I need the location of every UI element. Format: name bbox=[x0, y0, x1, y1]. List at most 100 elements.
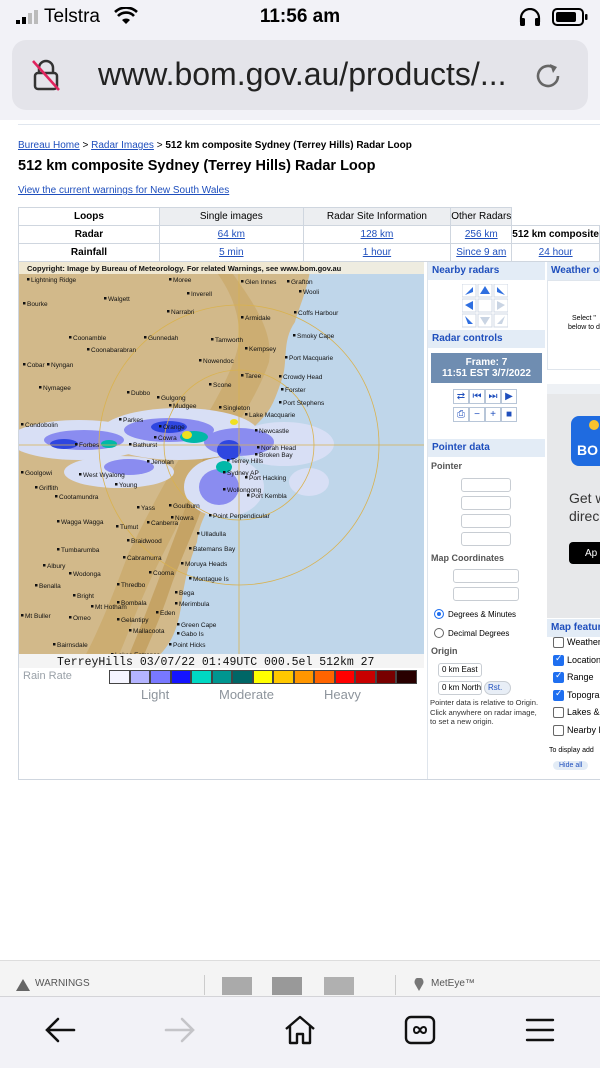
town-label: Cabramurra bbox=[127, 555, 162, 562]
town-marker bbox=[116, 525, 119, 528]
url-text[interactable]: www.bom.gov.au/products/... bbox=[98, 56, 506, 93]
zoom-in-icon[interactable]: + bbox=[485, 407, 501, 422]
nearby-radars-compass bbox=[428, 280, 545, 330]
radar-64km-link[interactable]: 64 km bbox=[218, 229, 245, 240]
town-marker bbox=[147, 460, 150, 463]
town-label: Cobar bbox=[27, 362, 46, 369]
print-icon[interactable]: ⎙ bbox=[453, 407, 469, 422]
breadcrumb-radar-images-link[interactable]: Radar Images bbox=[91, 140, 154, 151]
legend-swatch bbox=[293, 670, 314, 684]
map-feature-checkbox[interactable] bbox=[553, 637, 564, 648]
tab-other-radars[interactable]: Other Radars bbox=[450, 207, 513, 226]
map-feature-checkbox[interactable] bbox=[553, 707, 564, 718]
address-bar[interactable]: www.bom.gov.au/products/... bbox=[12, 40, 588, 110]
town-marker bbox=[149, 571, 152, 574]
town-label: Coffs Harbour bbox=[298, 310, 339, 317]
footer-thumb-icon[interactable] bbox=[222, 977, 252, 995]
map-feature-checkbox[interactable] bbox=[553, 653, 564, 666]
town-marker bbox=[223, 488, 226, 491]
home-icon[interactable] bbox=[282, 1015, 318, 1045]
town-marker bbox=[287, 280, 290, 283]
play-icon[interactable]: ▶ bbox=[501, 389, 517, 404]
legend-swatch bbox=[273, 670, 294, 684]
town-marker bbox=[187, 292, 190, 295]
origin-north-field[interactable]: 0 km North bbox=[438, 681, 482, 695]
back-arrow-icon[interactable] bbox=[42, 1015, 78, 1045]
pointer-field-3[interactable] bbox=[461, 514, 511, 528]
pointer-field-1[interactable] bbox=[461, 478, 511, 492]
origin-east-field[interactable]: 0 km East bbox=[438, 663, 482, 677]
town-marker bbox=[91, 605, 94, 608]
radar-256km-link[interactable]: 256 km bbox=[465, 229, 498, 240]
rainfall-5min-link[interactable]: 5 min bbox=[219, 247, 243, 258]
stop-icon[interactable]: ■ bbox=[501, 407, 517, 422]
town-marker bbox=[87, 348, 90, 351]
radar-timestamp-stamp: TerreyHills 03/07/22 01:49UTC 000.5el 51… bbox=[57, 656, 374, 669]
legend-swatch bbox=[232, 670, 253, 684]
pointer-field-4[interactable] bbox=[461, 532, 511, 546]
town-label: Point Hicks bbox=[173, 642, 206, 649]
decimal-degrees-radio[interactable] bbox=[434, 628, 444, 638]
footer-thumb-icon[interactable] bbox=[324, 977, 354, 995]
zoom-out-icon[interactable]: − bbox=[469, 407, 485, 422]
speed-icon[interactable]: ⇄ bbox=[453, 389, 469, 404]
degrees-minutes-radio[interactable] bbox=[434, 609, 444, 619]
map-feature-checkbox[interactable] bbox=[553, 688, 564, 701]
town-marker bbox=[241, 280, 244, 283]
town-label: Young bbox=[119, 482, 138, 489]
divider bbox=[395, 975, 396, 995]
forward-arrow-icon[interactable] bbox=[162, 1015, 198, 1045]
pointer-field-2[interactable] bbox=[461, 496, 511, 510]
tab-single-images[interactable]: Single images bbox=[158, 207, 304, 226]
footer-meteye-link[interactable]: MetEye™ bbox=[431, 978, 475, 989]
town-marker bbox=[47, 363, 50, 366]
warning-icon bbox=[16, 979, 30, 991]
hide-all-button[interactable]: Hide all bbox=[553, 761, 589, 770]
last-frame-icon[interactable]: ⏭ bbox=[485, 389, 501, 404]
advert-line-1: Get w bbox=[569, 490, 600, 506]
first-frame-icon[interactable]: ⏮ bbox=[469, 389, 485, 404]
town-marker bbox=[55, 495, 58, 498]
town-marker bbox=[257, 446, 260, 449]
legend-swatch bbox=[191, 670, 212, 684]
map-coord-field-1[interactable] bbox=[453, 569, 519, 583]
row-label-radar: Radar bbox=[18, 225, 160, 244]
town-label: Cootamundra bbox=[59, 494, 99, 501]
reload-icon[interactable] bbox=[532, 60, 564, 92]
radar-128km-link[interactable]: 128 km bbox=[361, 229, 394, 240]
town-label: Port Macquarie bbox=[289, 355, 333, 362]
rainfall-1hour-link[interactable]: 1 hour bbox=[363, 247, 391, 258]
town-marker bbox=[223, 471, 226, 474]
tab-radar-site-information[interactable]: Radar Site Information bbox=[302, 207, 452, 226]
radar-controls-heading: Radar controls bbox=[428, 330, 545, 348]
map-feature-checkbox[interactable] bbox=[553, 724, 564, 736]
app-advert[interactable]: BO Get w direc Ap bbox=[547, 394, 600, 618]
origin-reset-button[interactable]: Rst. bbox=[484, 681, 511, 695]
town-label: West Wyalong bbox=[83, 472, 125, 479]
menu-icon[interactable] bbox=[522, 1015, 558, 1045]
town-marker bbox=[299, 290, 302, 293]
nearby-radar-direction-icons[interactable] bbox=[462, 284, 508, 328]
town-label: Condobolin bbox=[25, 422, 58, 429]
town-label: Wooli bbox=[303, 289, 319, 296]
tabs-icon[interactable] bbox=[402, 1015, 438, 1045]
radar-image[interactable]: Copyright: Image by Bureau of Meteorolog… bbox=[19, 262, 424, 702]
nsw-warnings-link[interactable]: View the current warnings for New South … bbox=[18, 185, 229, 196]
radar-viewer: Copyright: Image by Bureau of Meteorolog… bbox=[18, 262, 600, 780]
rainfall-24hour-link[interactable]: 24 hour bbox=[539, 247, 573, 258]
legend-moderate-label: Moderate bbox=[219, 687, 274, 702]
town-label: Wodonga bbox=[73, 571, 101, 578]
rainfall-since-9am-link[interactable]: Since 9 am bbox=[456, 247, 506, 258]
town-label: Green Cape bbox=[181, 622, 217, 629]
footer-warnings-link[interactable]: WARNINGS bbox=[35, 978, 90, 989]
legend-swatch bbox=[314, 670, 335, 684]
map-feature-checkbox[interactable] bbox=[553, 670, 564, 683]
tab-loops[interactable]: Loops bbox=[18, 207, 160, 226]
town-label: Nowra bbox=[175, 515, 194, 522]
footer-thumb-icon[interactable] bbox=[272, 977, 302, 995]
insecure-lock-icon[interactable] bbox=[30, 58, 62, 92]
breadcrumb-home-link[interactable]: Bureau Home bbox=[18, 140, 80, 151]
town-label: Eden bbox=[160, 610, 176, 617]
app-store-badge[interactable]: Ap bbox=[569, 542, 600, 564]
map-coord-field-2[interactable] bbox=[453, 587, 519, 601]
